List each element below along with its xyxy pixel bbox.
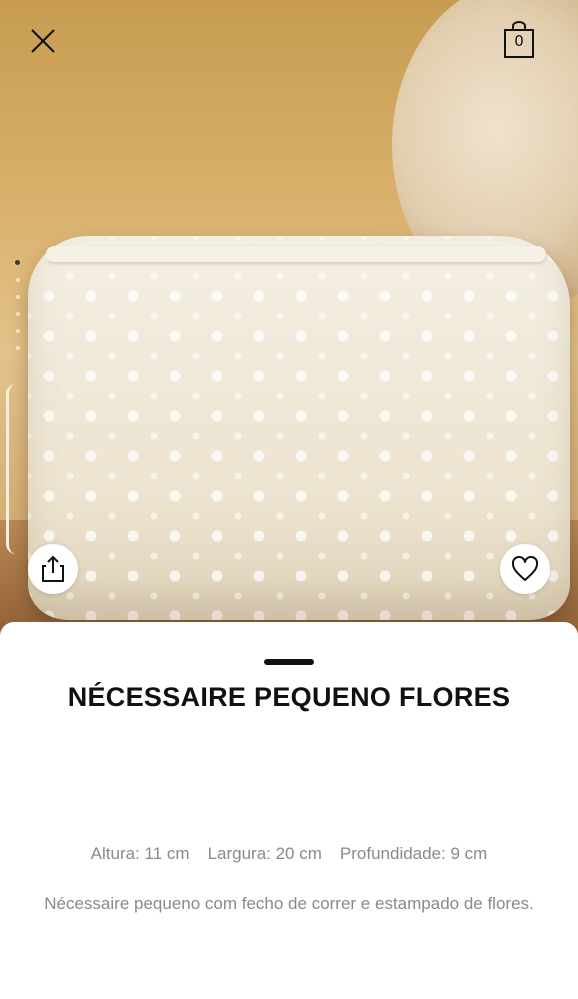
sheet-drag-handle[interactable] xyxy=(264,659,314,665)
pagination-dot-active[interactable] xyxy=(15,260,20,265)
close-button[interactable] xyxy=(26,24,60,58)
pagination-dot[interactable] xyxy=(16,329,20,333)
product-photo-zipper xyxy=(46,246,546,262)
dimension-height: Altura: 11 cm xyxy=(90,844,190,863)
product-image[interactable] xyxy=(0,0,578,640)
product-info-sheet[interactable]: NÉCESSAIRE PEQUENO FLORES Altura: 11 cm … xyxy=(0,622,578,999)
pagination-dot[interactable] xyxy=(16,295,20,299)
product-photo-zipper-pull xyxy=(6,384,20,554)
favorite-button[interactable] xyxy=(500,544,550,594)
gallery-pagination xyxy=(14,260,22,363)
product-title: NÉCESSAIRE PEQUENO FLORES xyxy=(67,682,511,712)
pagination-dot[interactable] xyxy=(16,278,20,282)
dimension-width: Largura: 20 cm xyxy=(207,844,322,863)
pagination-dot[interactable] xyxy=(16,312,20,316)
heart-icon xyxy=(511,556,539,581)
close-icon xyxy=(31,29,55,53)
dimension-depth: Profundidade: 9 cm xyxy=(339,844,488,863)
bag-count: 0 xyxy=(514,32,524,50)
shopping-bag-button[interactable]: 0 xyxy=(500,20,538,60)
pagination-dot[interactable] xyxy=(16,346,20,350)
share-button[interactable] xyxy=(28,544,78,594)
product-photo-toiletry-bag xyxy=(28,236,570,620)
share-icon xyxy=(42,555,64,582)
product-dimensions: Altura: 11 cm Largura: 20 cm Profundidad… xyxy=(0,844,578,864)
product-description: Nécessaire pequeno com fecho de correr e… xyxy=(44,894,534,913)
